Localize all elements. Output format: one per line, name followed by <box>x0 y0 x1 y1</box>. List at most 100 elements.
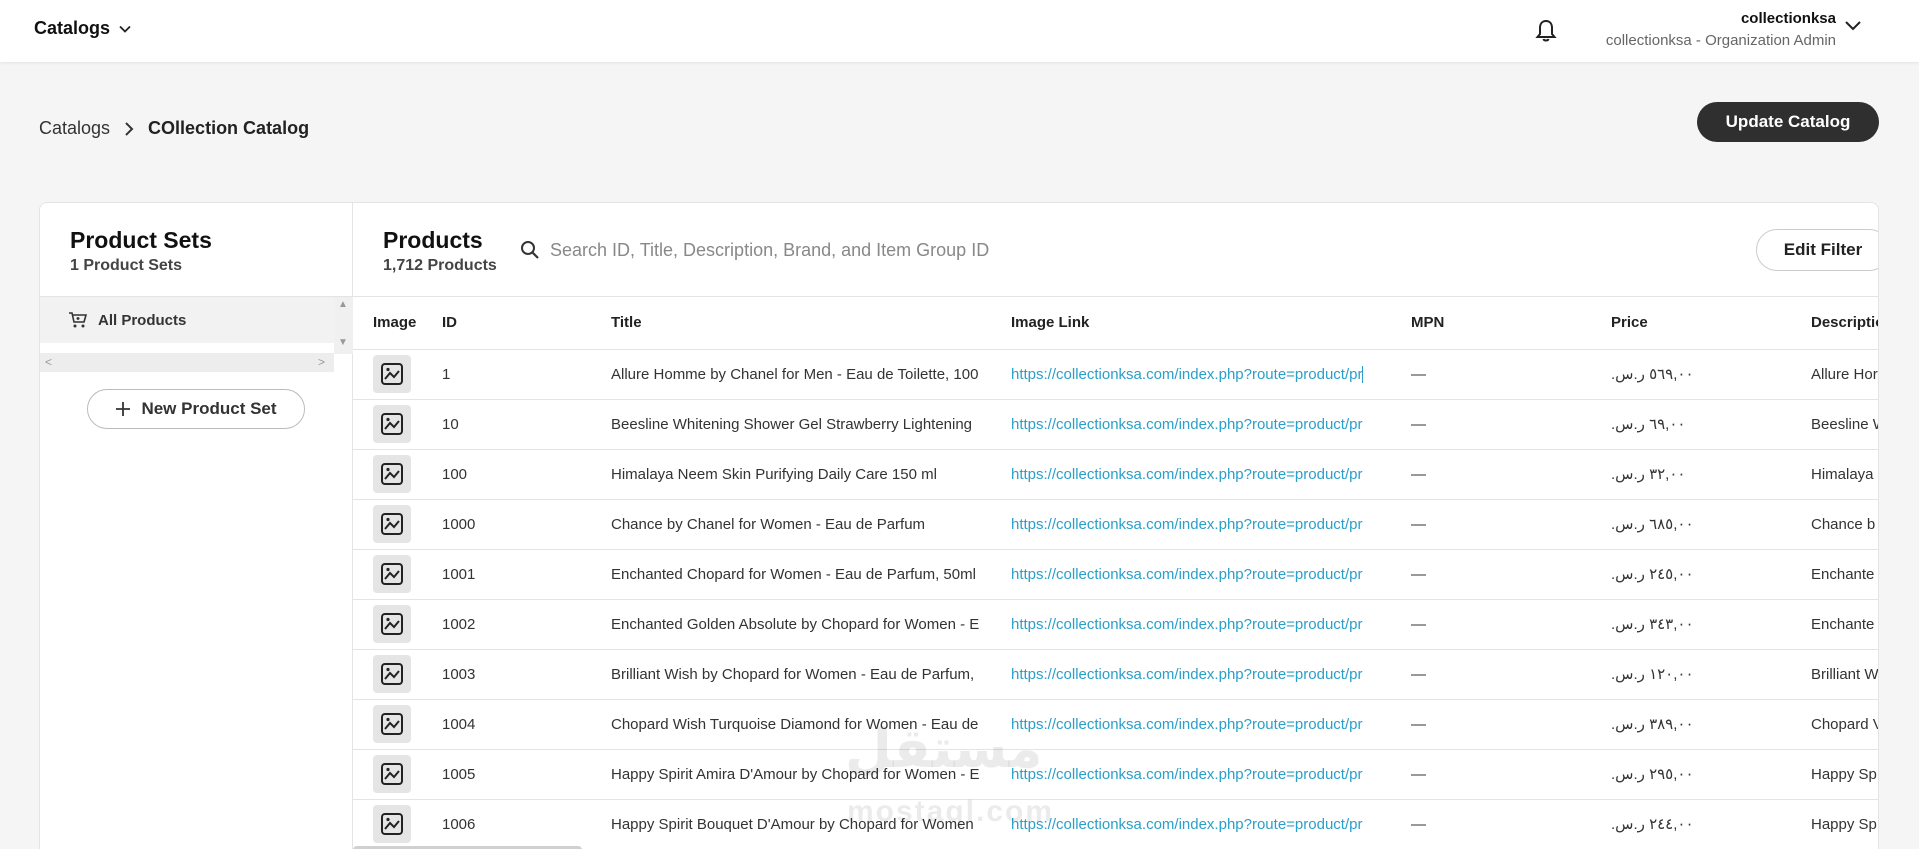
image-link-clip: https://collectionksa.com/index.php?rout… <box>1011 666 1391 683</box>
breadcrumb-current: COllection Catalog <box>148 118 310 138</box>
update-catalog-button[interactable]: Update Catalog <box>1697 102 1879 142</box>
image-link-cell: https://collectionksa.com/index.php?rout… <box>991 649 1391 700</box>
image-link-clip: https://collectionksa.com/index.php?rout… <box>1011 566 1391 583</box>
image-link-clip: https://collectionksa.com/index.php?rout… <box>1011 716 1391 733</box>
image-link[interactable]: https://collectionksa.com/index.php?rout… <box>1011 816 1362 833</box>
product-price-text: ٣٢,٠٠ ر.س. <box>1611 466 1686 483</box>
product-mpn: — <box>1391 699 1591 750</box>
scroll-right-icon[interactable]: > <box>318 355 325 369</box>
product-price: ٣٤٣,٠٠ ر.س. <box>1591 599 1791 650</box>
product-mpn: — <box>1391 499 1591 550</box>
image-placeholder-icon[interactable] <box>373 655 411 693</box>
product-price: ٥٦٩,٠٠ ر.س. <box>1591 349 1791 400</box>
product-id: 1001 <box>428 549 591 600</box>
products-count: 1,712 Products <box>383 257 497 274</box>
column-header-price[interactable]: Price <box>1591 297 1791 350</box>
breadcrumb-catalogs[interactable]: Catalogs <box>39 118 110 139</box>
product-price-text: ٥٦٩,٠٠ ر.س. <box>1611 366 1694 383</box>
product-price-text: ٣٤٣,٠٠ ر.س. <box>1611 616 1694 633</box>
table-row[interactable]: 1002 Enchanted Golden Absolute by Chopard… <box>353 599 1878 650</box>
column-header-id[interactable]: ID <box>428 297 591 350</box>
table-row[interactable]: 1001 Enchanted Chopard for Women - Eau de… <box>353 549 1878 600</box>
breadcrumb: Catalogs COllection Catalog <box>39 118 309 139</box>
user-account[interactable]: collectionksa collectionksa - Organizati… <box>1606 10 1836 49</box>
table-header-row: Image ID Title Image Link MPN Price Desc… <box>353 297 1878 350</box>
bell-icon[interactable] <box>1534 18 1558 44</box>
product-mpn: — <box>1391 349 1591 400</box>
product-price: ٦٨٥,٠٠ ر.س. <box>1591 499 1791 550</box>
new-product-set-button[interactable]: New Product Set <box>87 389 305 429</box>
catalogs-label: Catalogs <box>34 18 111 38</box>
column-header-description[interactable]: Descriptio <box>1791 297 1878 350</box>
image-link[interactable]: https://collectionksa.com/index.php?rout… <box>1011 516 1362 533</box>
table-row[interactable]: 1003 Brilliant Wish by Chopard for Women … <box>353 649 1878 700</box>
product-description: Enchante <box>1791 549 1878 600</box>
image-placeholder-icon[interactable] <box>373 455 411 493</box>
image-link-cell: https://collectionksa.com/index.php?rout… <box>991 699 1391 750</box>
vertical-scrollbar[interactable]: ▲ ▼ <box>334 297 353 354</box>
product-title-text: Allure Homme by Chanel for Men - Eau de … <box>611 365 979 383</box>
product-set-label: All Products <box>98 311 187 329</box>
table-row[interactable]: 1006 Happy Spirit Bouquet D'Amour by Chop… <box>353 799 1878 849</box>
product-search <box>520 233 1120 267</box>
column-header-mpn[interactable]: MPN <box>1391 297 1591 350</box>
column-header-title[interactable]: Title <box>591 297 991 350</box>
column-header-image[interactable]: Image <box>353 297 428 350</box>
table-row[interactable]: 10 Beesline Whitening Shower Gel Strawber… <box>353 399 1878 450</box>
image-placeholder-icon[interactable] <box>373 505 411 543</box>
image-cell <box>353 699 428 750</box>
product-description: Happy Sp <box>1791 749 1878 800</box>
product-price-text: ٦٨٥,٠٠ ر.س. <box>1611 516 1694 533</box>
image-link[interactable]: https://collectionksa.com/index.php?rout… <box>1011 416 1362 433</box>
image-link-clip: https://collectionksa.com/index.php?rout… <box>1011 816 1391 833</box>
search-input[interactable] <box>550 239 1110 261</box>
image-placeholder-icon[interactable] <box>373 555 411 593</box>
product-price: ٦٩,٠٠ ر.س. <box>1591 399 1791 450</box>
product-title-text: Chance by Chanel for Women - Eau de Parf… <box>611 515 926 533</box>
product-id: 1000 <box>428 499 591 550</box>
product-price: ٣٢,٠٠ ر.س. <box>1591 449 1791 500</box>
image-link[interactable]: https://collectionksa.com/index.php?rout… <box>1011 716 1362 733</box>
table-row[interactable]: 1000 Chance by Chanel for Women - Eau de … <box>353 499 1878 550</box>
cart-icon <box>69 312 88 328</box>
chevron-down-icon <box>119 25 131 33</box>
table-row[interactable]: 1 Allure Homme by Chanel for Men - Eau de… <box>353 349 1878 400</box>
column-header-image-link[interactable]: Image Link <box>991 297 1391 350</box>
scroll-down-icon[interactable]: ▼ <box>338 337 348 348</box>
image-placeholder-icon[interactable] <box>373 755 411 793</box>
image-link[interactable]: https://collectionksa.com/index.php?rout… <box>1011 616 1362 633</box>
product-description: Chance b <box>1791 499 1878 550</box>
horizontal-scrollbar[interactable]: < > <box>40 353 334 372</box>
image-placeholder-icon[interactable] <box>373 355 411 393</box>
image-cell <box>353 799 428 849</box>
image-link[interactable]: https://collectionksa.com/index.php?rout… <box>1011 666 1362 683</box>
product-price-text: ٢٤٥,٠٠ ر.س. <box>1611 566 1694 583</box>
product-title-text: Himalaya Neem Skin Purifying Daily Care … <box>611 465 937 483</box>
chevron-down-icon[interactable] <box>1843 16 1863 36</box>
product-set-item-all-products[interactable]: All Products <box>40 297 334 343</box>
user-name: collectionksa <box>1740 10 1836 27</box>
image-link-cell: https://collectionksa.com/index.php?rout… <box>991 749 1391 800</box>
edit-filter-button[interactable]: Edit Filter <box>1756 229 1878 271</box>
scroll-up-icon[interactable]: ▲ <box>338 299 348 310</box>
image-link[interactable]: https://collectionksa.com/index.php?rout… <box>1011 365 1364 383</box>
product-description: Chopard V <box>1791 699 1878 750</box>
image-link[interactable]: https://collectionksa.com/index.php?rout… <box>1011 766 1362 783</box>
image-link-clip: https://collectionksa.com/index.php?rout… <box>1011 616 1391 633</box>
image-link[interactable]: https://collectionksa.com/index.php?rout… <box>1011 466 1362 483</box>
product-title: Brilliant Wish by Chopard for Women - Ea… <box>591 649 991 700</box>
catalogs-dropdown[interactable]: Catalogs <box>34 18 132 39</box>
products-title: Products <box>383 227 483 253</box>
products-panel: Products 1,712 Products Edit Filter Imag… <box>353 203 1878 849</box>
product-title: Enchanted Golden Absolute by Chopard for… <box>591 599 991 650</box>
image-placeholder-icon[interactable] <box>373 705 411 743</box>
image-placeholder-icon[interactable] <box>373 605 411 643</box>
image-placeholder-icon[interactable] <box>373 805 411 843</box>
image-link[interactable]: https://collectionksa.com/index.php?rout… <box>1011 566 1362 583</box>
table-row[interactable]: 1004 Chopard Wish Turquoise Diamond for W… <box>353 699 1878 750</box>
scroll-left-icon[interactable]: < <box>45 355 52 369</box>
image-placeholder-icon[interactable] <box>373 405 411 443</box>
table-row[interactable]: 1005 Happy Spirit Amira D'Amour by Chopar… <box>353 749 1878 800</box>
image-link-clip: https://collectionksa.com/index.php?rout… <box>1011 416 1391 433</box>
table-row[interactable]: 100 Himalaya Neem Skin Purifying Daily Ca… <box>353 449 1878 500</box>
